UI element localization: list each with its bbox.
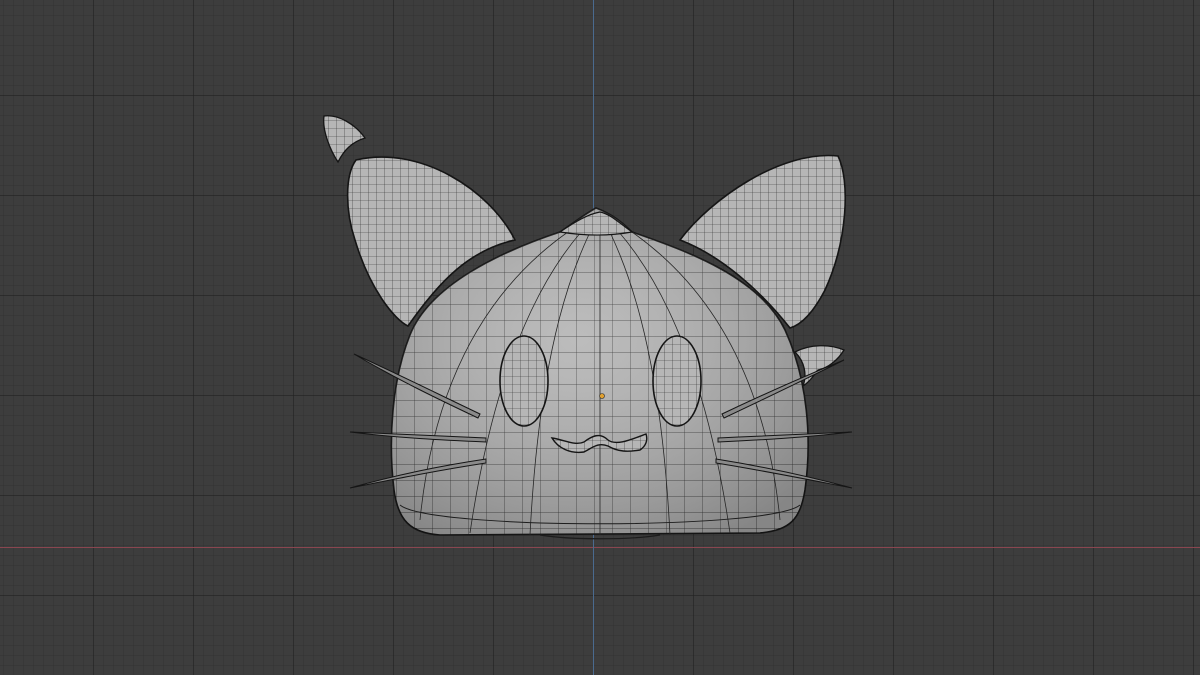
3d-viewport[interactable] — [0, 0, 1200, 675]
object-origin[interactable] — [599, 393, 605, 399]
left-eye — [499, 335, 549, 427]
cat-slime-mesh[interactable] — [0, 0, 1200, 675]
body-tip — [558, 211, 634, 236]
left-ear-tip — [323, 115, 367, 164]
right-eye — [652, 335, 702, 427]
